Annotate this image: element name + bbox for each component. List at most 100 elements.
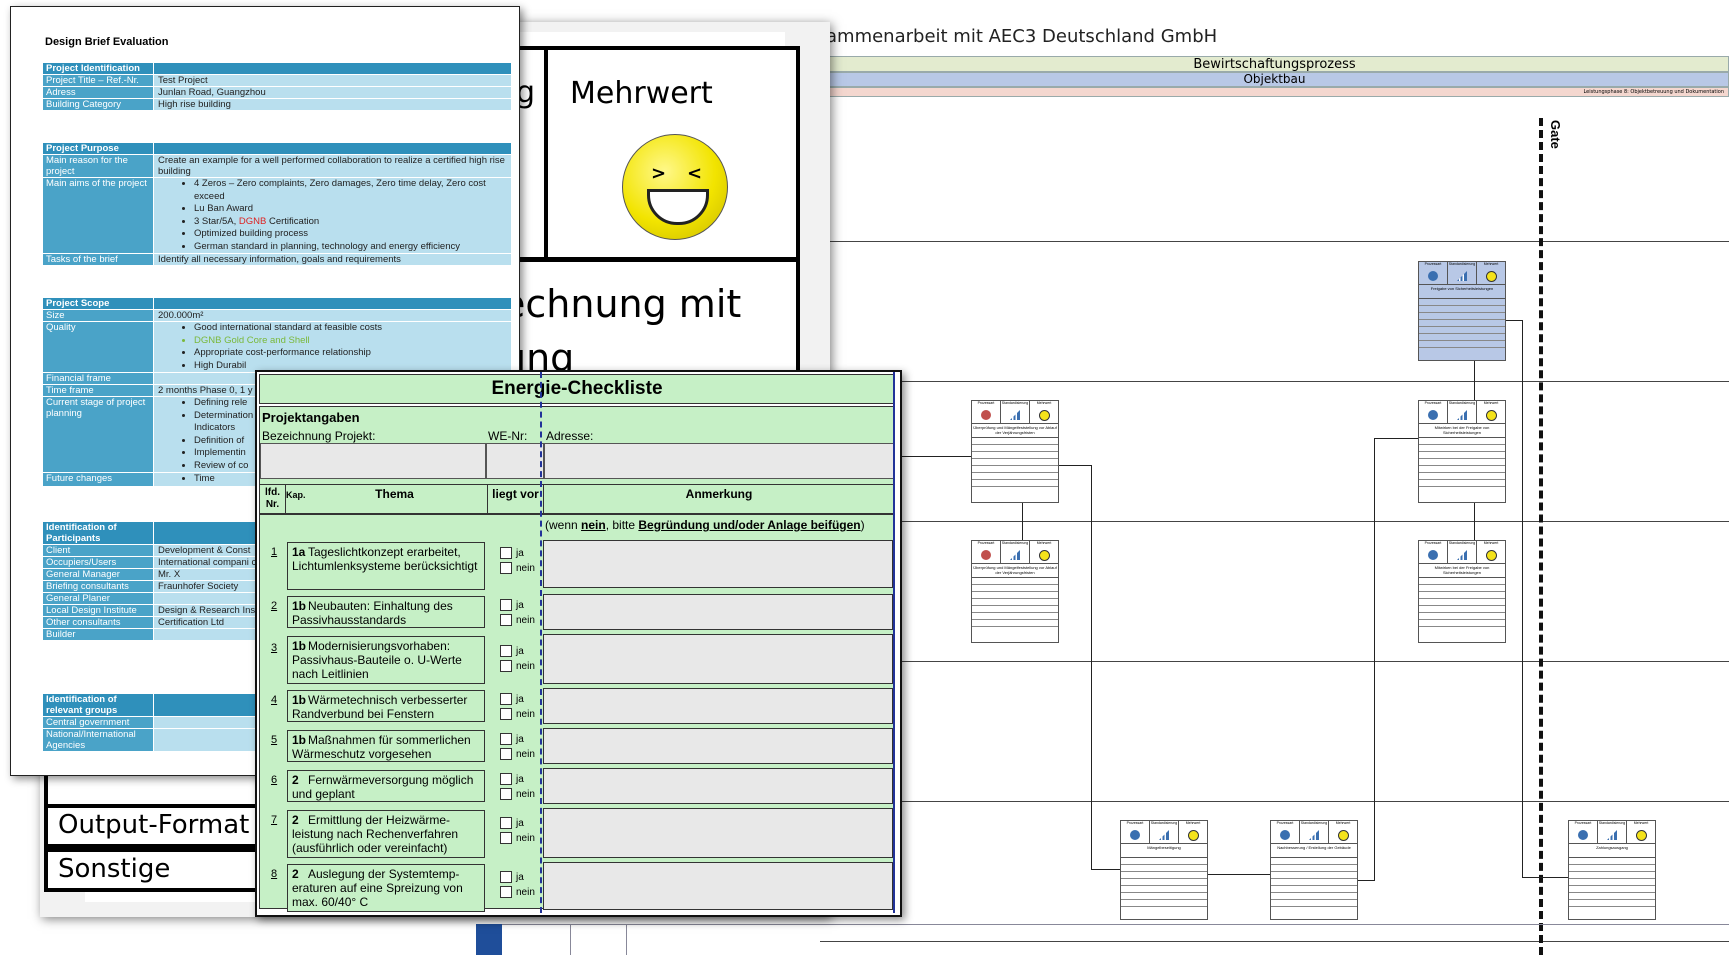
anmerkung-field[interactable] — [543, 768, 893, 804]
ja-checkbox[interactable] — [500, 645, 512, 658]
process-box-title: Mitwirken bei der Freigabe von Sicherhei… — [1419, 424, 1505, 438]
globe-icon — [981, 550, 991, 560]
field-label: Adress — [43, 87, 153, 98]
field-label: Builder — [43, 629, 153, 640]
eye-icon: > — [651, 163, 667, 184]
globe-icon — [1428, 410, 1438, 420]
nein-checkbox[interactable] — [500, 748, 512, 761]
process-box[interactable]: Prozessart Standardisierung Mehrwert Überp… — [971, 400, 1059, 503]
nein-checkbox[interactable] — [500, 660, 512, 673]
gate-line — [1539, 118, 1543, 955]
adresse-label: Adresse: — [546, 429, 594, 443]
nein-checkbox[interactable] — [500, 614, 512, 627]
checklist-instruction: (wenn nein, bitte Begründung und/oder An… — [545, 518, 865, 532]
band-objektbau: Objektbau — [820, 72, 1729, 87]
row-yes-no[interactable]: ja nein — [500, 816, 535, 846]
nein-checkbox[interactable] — [500, 886, 512, 899]
nein-checkbox[interactable] — [500, 832, 512, 845]
process-box[interactable]: Prozessart Standardisierung Mehrwert Zahlu… — [1568, 820, 1656, 920]
ja-checkbox[interactable] — [500, 871, 512, 884]
bezeichnung-field[interactable] — [260, 443, 486, 479]
adresse-field[interactable] — [544, 443, 894, 479]
process-box[interactable]: Prozessart Standardisierung Mehrwert Überp… — [971, 540, 1059, 643]
ja-checkbox[interactable] — [500, 733, 512, 746]
smiley-face-icon: > < — [622, 134, 728, 240]
anmerkung-field[interactable] — [543, 634, 893, 684]
process-box[interactable]: Prozessart Standardisierung Mehrwert Mitwi… — [1418, 540, 1506, 643]
field-label: Financial frame — [43, 373, 153, 384]
process-box[interactable]: Prozessart Standardisierung Mehrwert Freig… — [1418, 261, 1506, 361]
output-format-row: Output-Format — [44, 804, 264, 848]
field-label: Project Title – Ref.-Nr. — [43, 75, 153, 86]
anmerkung-field[interactable] — [543, 688, 893, 724]
field-value: 200.000m² — [154, 310, 511, 321]
row-yes-no[interactable]: ja nein — [500, 546, 535, 576]
ja-checkbox[interactable] — [500, 773, 512, 786]
swimlane-divider — [820, 801, 1729, 802]
row-yes-no[interactable]: ja nein — [500, 732, 535, 762]
row-thema: 1b Modernisierungsvorhaben: Passivhaus-Ba… — [287, 636, 485, 684]
row-number: 2 — [271, 600, 278, 612]
signal-bars-icon — [1457, 271, 1467, 281]
smiley-icon — [1039, 410, 1050, 421]
signal-bars-icon — [1457, 410, 1467, 420]
process-box-title: Überprüfung und Mängelfeststellung vor A… — [972, 564, 1058, 578]
row-yes-no[interactable]: ja nein — [500, 644, 535, 674]
list-item: Good international standard at feasible … — [194, 322, 507, 335]
signal-bars-icon — [1457, 550, 1467, 560]
nein-checkbox[interactable] — [500, 788, 512, 801]
connector-line — [1059, 465, 1092, 466]
ja-checkbox[interactable] — [500, 693, 512, 706]
field-value: Good international standard at feasible … — [154, 322, 511, 372]
ja-checkbox[interactable] — [500, 599, 512, 612]
process-box-title: Zahlungsausgang — [1569, 844, 1655, 858]
bottom-grid-line — [476, 924, 1729, 925]
row-thema: 2 Fernwärmeversorgung möglich und geplant — [287, 770, 485, 802]
row-number: 7 — [271, 814, 278, 826]
row-yes-no[interactable]: ja nein — [500, 772, 535, 802]
ja-checkbox[interactable] — [500, 547, 512, 560]
list-item: Appropriate cost-performance relationshi… — [194, 347, 507, 360]
globe-icon — [1428, 271, 1438, 281]
mouth-icon — [647, 189, 709, 225]
list-item: Optimized building process — [194, 228, 507, 241]
process-box[interactable]: Prozessart Standardisierung Mehrwert Mitwi… — [1418, 400, 1506, 503]
ja-checkbox[interactable] — [500, 817, 512, 830]
checklist-title: Energie-Checkliste — [259, 374, 895, 404]
anmerkung-field[interactable] — [543, 808, 893, 858]
anmerkung-field[interactable] — [543, 728, 893, 764]
row-number: 4 — [271, 694, 278, 706]
row-yes-no[interactable]: ja nein — [500, 870, 535, 900]
signal-bars-icon — [1607, 830, 1617, 840]
anmerkung-field[interactable] — [543, 862, 893, 910]
anmerkung-field[interactable] — [543, 594, 893, 630]
connector-line — [1474, 361, 1475, 400]
field-label: Local Design Institute — [43, 605, 153, 616]
nein-checkbox[interactable] — [500, 708, 512, 721]
section-header: Identification of relevant groups — [43, 694, 153, 716]
anmerkung-field[interactable] — [543, 540, 893, 588]
col-thema: Thema — [302, 485, 488, 513]
connector-line — [1474, 503, 1475, 540]
list-item: DGNB Gold Core and Shell — [194, 335, 507, 348]
we-nr-field[interactable] — [486, 443, 544, 479]
row-thema: 1b Neubauten: Einhaltung des Passivhausst… — [287, 596, 485, 628]
row-number: 6 — [271, 774, 278, 786]
row-yes-no[interactable]: ja nein — [500, 692, 535, 722]
process-box-title: Nachbesserung / Erstellung der Gebäude — [1271, 844, 1357, 858]
row-thema: 1a Tageslichtkonzept erarbeitet, Lichtuml… — [287, 542, 485, 590]
process-box[interactable]: Prozessart Standardisierung Mehrwert Nachb… — [1270, 820, 1358, 920]
nein-checkbox[interactable] — [500, 562, 512, 575]
globe-icon — [981, 410, 991, 420]
project-purpose-section: Project Purpose Main reason for the proj… — [43, 143, 511, 266]
field-label: Other consultants — [43, 617, 153, 628]
process-box[interactable]: Prozessart Standardisierung Mehrwert Mänge… — [1120, 820, 1208, 920]
band-bewirtschaftungsprozess: Bewirtschaftungsprozess — [820, 56, 1729, 72]
row-yes-no[interactable]: ja nein — [500, 598, 535, 628]
row-number: 3 — [271, 642, 278, 654]
col-lfd-nr: lfd. Nr. — [260, 485, 286, 513]
list-item: German standard in planning, technology … — [194, 241, 507, 254]
sonstige-row: Sonstige — [44, 848, 264, 892]
field-label: Current stage of project planning — [43, 397, 153, 472]
signal-bars-icon — [1159, 830, 1169, 840]
